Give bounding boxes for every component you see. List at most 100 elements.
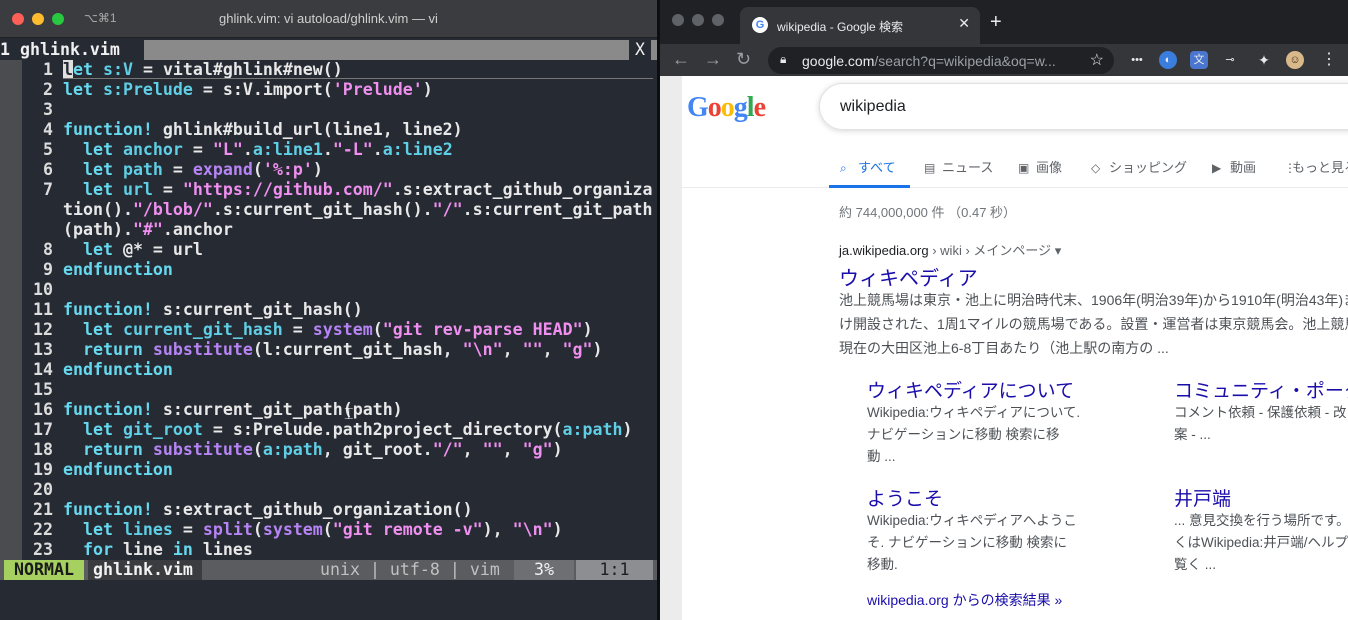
line-number: 18 [33, 440, 53, 459]
tab-videos[interactable]: ▶ 動画 [1212, 157, 1256, 176]
code-line[interactable]: 7 let url = "https://github.com/".s:extr… [0, 180, 657, 200]
code-line[interactable]: 11 function! s:current_git_hash() [0, 300, 657, 320]
vim-status-position: 1:1 [576, 560, 653, 580]
code-line[interactable]: 14 endfunction [0, 360, 657, 380]
address-bar[interactable]: 🔒︎ google.com/search?q=wikipedia&oq=w...… [768, 47, 1114, 74]
terminal-window-title: ghlink.vim: vi autoload/ghlink.vim — vi [219, 11, 438, 26]
bookmark-star-icon[interactable]: ☆ [1090, 50, 1104, 70]
tab-news[interactable]: ▤ ニュース [924, 157, 993, 176]
sitelink-title[interactable]: ウィキペディアについて [867, 376, 1074, 403]
google-favicon-icon: G [752, 17, 768, 33]
tab-all[interactable]: ⌕ すべて [840, 157, 896, 176]
sitelink-desc: 覧く ... [1174, 557, 1217, 572]
address-url[interactable]: google.com/search?q=wikipedia&oq=w... [802, 53, 1056, 69]
tab-more[interactable]: ⋮もっと見る [1284, 157, 1348, 176]
code-line[interactable]: 2 let s:Prelude = s:V.import('Prelude') [0, 80, 657, 100]
code-line[interactable]: 1 let s:V = vital#ghlink#new() [0, 60, 657, 80]
code-line[interactable]: 5 let anchor = "L".a:line1."-L".a:line2 [0, 140, 657, 160]
browser-tab-active[interactable]: G wikipedia - Google 検索 ✕ [740, 7, 980, 44]
reload-icon[interactable]: ↻ [736, 49, 751, 70]
code-line[interactable]: (path)."#".anchor [0, 220, 657, 240]
code-line[interactable]: 19 endfunction [0, 460, 657, 480]
code-line[interactable]: 18 return substitute(a:path, git_root."/… [0, 440, 657, 460]
code-text: function! s:extract_github_organization(… [63, 500, 473, 519]
code-text: return substitute(a:path, git_root."/", … [63, 440, 563, 459]
sitelink-title[interactable]: ようこそ [867, 484, 943, 511]
more-results-link[interactable]: wikipedia.org からの検索結果 » [867, 590, 1062, 610]
result-snippet-line: け開設された、1周1マイルの競馬場である。設置・運営者は東京競馬会。池上競馬 [839, 316, 1348, 332]
code-text: (path)."#".anchor [63, 220, 233, 239]
code-line[interactable]: 9 endfunction [0, 260, 657, 280]
lock-icon[interactable]: 🔒︎ [780, 52, 786, 67]
result-breadcrumb[interactable]: ja.wikipedia.org › wiki › メインページ ▾ [839, 240, 1061, 259]
code-line[interactable]: 8 let @* = url [0, 240, 657, 260]
extension-dots-icon[interactable]: ••• [1128, 51, 1146, 69]
code-line[interactable]: 4 function! ghlink#build_url(line1, line2… [0, 120, 657, 140]
vim-buffer[interactable]: 1 let s:V = vital#ghlink#new() 2 let s:Prel… [0, 60, 657, 560]
sign-column [0, 380, 22, 400]
new-tab-button[interactable]: + [990, 12, 1002, 32]
result-stats: 約 744,000,000 件 （0.47 秒） [839, 205, 1017, 220]
sign-column [0, 360, 22, 380]
code-line[interactable]: 16 function! s:current_git_path(path) [0, 400, 657, 420]
vim-status-percent: 3% [514, 560, 574, 580]
sign-column [0, 340, 22, 360]
code-line[interactable]: 3 [0, 100, 657, 120]
sign-column [0, 100, 22, 120]
google-results-page: Google wikipedia ⌕ すべて ▤ ニュース ▣ 画像 ◇ ショッピング … [660, 76, 1348, 620]
line-number: 9 [43, 260, 53, 279]
sitelink-title[interactable]: 井戸端 [1174, 484, 1231, 511]
sign-column [0, 420, 22, 440]
code-line[interactable]: 15 [0, 380, 657, 400]
sitelink-desc: 動 ... [867, 449, 896, 464]
forward-arrow-icon[interactable]: → [704, 49, 722, 70]
sitelink-desc: そ. ナビゲーションに移動 検索に [867, 535, 1067, 550]
line-number: 20 [33, 480, 53, 499]
vim-tab-name: ghlink.vim [20, 40, 120, 59]
minimize-window-button[interactable] [692, 14, 704, 26]
code-line[interactable]: 10 [0, 280, 657, 300]
back-arrow-icon[interactable]: ← [672, 49, 690, 70]
profile-avatar[interactable]: ☺ [1286, 51, 1304, 69]
terminal-window: ⌥⌘1 ghlink.vim: vi autoload/ghlink.vim —… [0, 0, 657, 620]
tab-images[interactable]: ▣ 画像 [1018, 157, 1062, 176]
code-text: for line in lines [63, 540, 253, 559]
vim-statusline: NORMAL ghlink.vim unix | utf-8 | vim 3% … [0, 560, 657, 580]
google-logo[interactable]: Google [687, 92, 766, 124]
zoom-window-button[interactable] [712, 14, 724, 26]
extension-key-icon[interactable]: ⊸ [1221, 51, 1239, 69]
code-line[interactable]: 20 [0, 480, 657, 500]
code-line[interactable]: tion()."/blob/".s:current_git_hash()."/"… [0, 200, 657, 220]
close-window-button[interactable] [672, 14, 684, 26]
code-text: let anchor = "L".a:line1."-L".a:line2 [63, 140, 453, 159]
sitelink-title[interactable]: コミュニティ・ポータル [1174, 376, 1348, 403]
vim-status-filename: ghlink.vim [88, 560, 202, 580]
tab-shopping[interactable]: ◇ ショッピング [1091, 157, 1187, 176]
translate-icon[interactable]: 文 [1190, 51, 1208, 69]
code-line[interactable]: 17 let git_root = s:Prelude.path2project… [0, 420, 657, 440]
tab-close-icon[interactable]: ✕ [958, 15, 970, 32]
search-input[interactable]: wikipedia [840, 98, 906, 116]
sign-column [0, 260, 22, 280]
code-text: let s:Prelude = s:V.import('Prelude') [63, 80, 433, 99]
more-dots-icon: ⋮ [1284, 161, 1296, 175]
code-line[interactable]: 21 function! s:extract_github_organizatio… [0, 500, 657, 520]
search-box[interactable]: wikipedia [819, 83, 1348, 130]
sitelink-desc: Wikipedia:ウィキペディアへようこ [867, 513, 1077, 528]
code-text: function! ghlink#build_url(line1, line2) [63, 120, 463, 139]
vim-tab-active[interactable]: 1 ghlink.vim [0, 40, 144, 60]
search-tabs: ⌕ すべて ▤ ニュース ▣ 画像 ◇ ショッピング ▶ 動画 ⋮もっと見る [660, 150, 1348, 188]
sign-column [0, 220, 22, 240]
vim-editor[interactable]: 1 ghlink.vim X 1 let s:V = vital#ghlink#n… [0, 40, 657, 580]
code-line[interactable]: 13 return substitute(l:current_git_hash,… [0, 340, 657, 360]
vim-tab-close-button[interactable]: X [629, 40, 651, 60]
code-line[interactable]: 22 let lines = split(system("git remote … [0, 520, 657, 540]
result-title-link[interactable]: ウィキペディア [839, 262, 978, 291]
extension-compass-icon[interactable]: ◐ [1159, 51, 1177, 69]
result-path: › wiki › メインページ ▾ [928, 243, 1062, 258]
code-line[interactable]: 23 for line in lines [0, 540, 657, 560]
code-line[interactable]: 12 let current_git_hash = system("git re… [0, 320, 657, 340]
code-line[interactable]: 6 let path = expand('%:p') [0, 160, 657, 180]
extensions-puzzle-icon[interactable]: ✦ [1255, 51, 1273, 69]
browser-menu-icon[interactable]: ⋮ [1320, 51, 1338, 69]
